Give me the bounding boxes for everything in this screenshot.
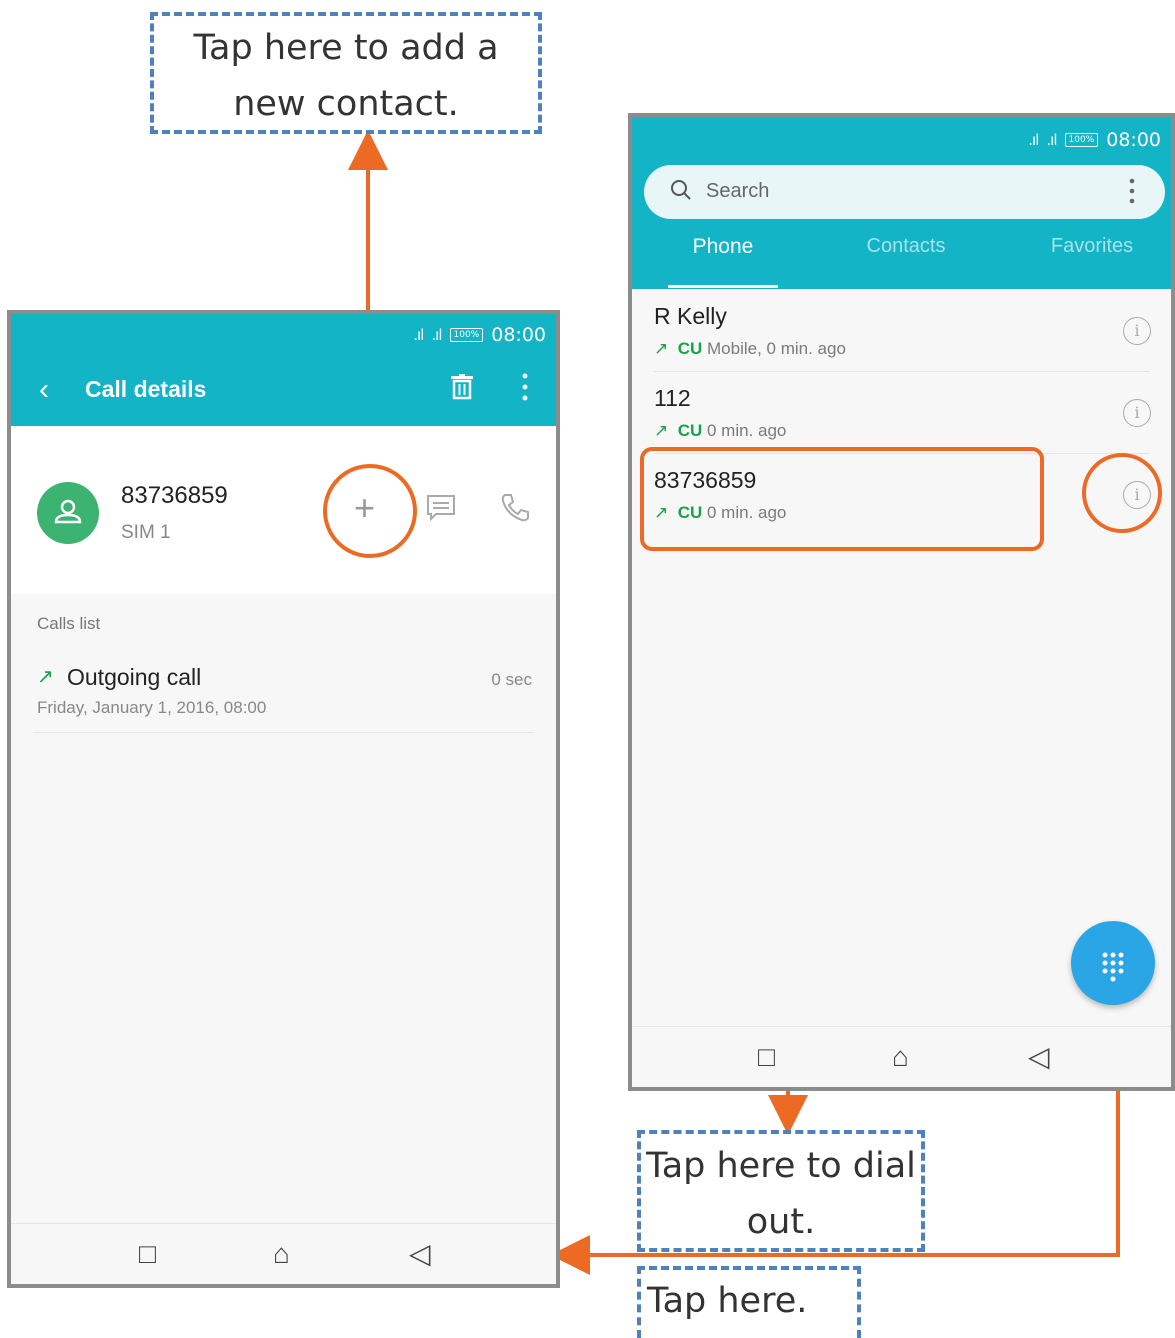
outgoing-arrow-icon: ↗ <box>654 339 669 358</box>
call-date: Friday, January 1, 2016, 08:00 <box>37 698 267 717</box>
recent-apps-icon[interactable]: □ <box>758 1037 775 1077</box>
tab-favorites[interactable]: Favorites <box>1032 235 1152 258</box>
calls-list-label: Calls list <box>37 614 101 633</box>
signal-icon: .ıl <box>1028 131 1039 149</box>
call-log-row[interactable]: R Kelly ↗ CU Mobile, 0 min. ago i <box>632 289 1171 371</box>
trash-icon[interactable] <box>451 374 473 400</box>
more-icon[interactable] <box>521 372 529 402</box>
carrier-label: CU <box>677 421 703 440</box>
call-type: Outgoing call <box>67 664 202 690</box>
call-name: 112 <box>654 385 691 411</box>
info-icon[interactable]: i <box>1123 317 1151 345</box>
home-icon[interactable]: ⌂ <box>892 1037 909 1077</box>
home-icon[interactable]: ⌂ <box>273 1234 290 1274</box>
carrier-label: CU <box>677 339 703 358</box>
highlight-ring-info <box>1082 453 1162 533</box>
search-bar[interactable]: Search <box>644 165 1165 219</box>
dialpad-button[interactable] <box>1071 921 1155 1005</box>
person-icon <box>54 499 82 524</box>
search-icon <box>670 179 692 206</box>
call-meta: ↗ CU 0 min. ago <box>654 421 786 441</box>
more-icon[interactable] <box>1129 177 1135 210</box>
page-title: Call details <box>85 376 207 402</box>
call-detail: Mobile, 0 min. ago <box>707 339 846 358</box>
contact-number: 83736859 <box>121 482 228 509</box>
call-entry[interactable]: ↗ Outgoing call 0 sec Friday, January 1,… <box>11 654 556 734</box>
status-time: 08:00 <box>491 324 546 346</box>
tab-contacts[interactable]: Contacts <box>846 235 966 258</box>
sim-label: SIM 1 <box>121 522 171 543</box>
divider <box>33 732 534 733</box>
nav-bar: □ ⌂ ◁ <box>632 1026 1171 1087</box>
call-name: R Kelly <box>654 303 727 329</box>
contact-card: 83736859 SIM 1 + <box>11 426 556 594</box>
highlight-box-number <box>640 447 1044 551</box>
status-bar: .ıl .ıl 100% 08:00 <box>1028 129 1161 151</box>
status-time: 08:00 <box>1106 129 1161 151</box>
callout-dial-out: Tap here to dial out. <box>637 1130 925 1252</box>
highlight-ring-add <box>323 464 417 558</box>
info-icon[interactable]: i <box>1123 399 1151 427</box>
signal-icon: .ıl <box>413 326 424 344</box>
tab-phone[interactable]: Phone <box>668 235 778 288</box>
call-details-screen: .ıl .ıl 100% 08:00 ‹ Call details 837368… <box>7 310 560 1288</box>
call-duration: 0 sec <box>491 670 532 689</box>
call-detail: 0 min. ago <box>707 421 787 440</box>
tab-indicator <box>668 285 778 288</box>
app-header: .ıl .ıl 100% 08:00 Search Phone Contacts… <box>632 117 1171 289</box>
battery-indicator: 100% <box>449 328 484 342</box>
tab-label: Contacts <box>866 235 946 257</box>
battery-indicator: 100% <box>1064 133 1099 147</box>
call-log-screen: .ıl .ıl 100% 08:00 Search Phone Contacts… <box>628 113 1175 1091</box>
outgoing-arrow-icon: ↗ <box>37 666 54 688</box>
callout-add-contact: Tap here to add a new contact. <box>150 12 542 134</box>
callout-tap-here-text: Tap here. <box>647 1281 808 1321</box>
nav-bar: □ ⌂ ◁ <box>11 1223 556 1284</box>
message-icon[interactable] <box>426 494 456 527</box>
callout-dial-out-text: Tap here to dial out. <box>646 1146 916 1242</box>
app-header: .ıl .ıl 100% 08:00 ‹ Call details <box>11 314 556 426</box>
search-placeholder: Search <box>706 180 770 202</box>
avatar <box>37 482 99 544</box>
tab-label: Phone <box>692 235 754 258</box>
recent-apps-icon[interactable]: □ <box>139 1234 156 1274</box>
back-icon[interactable]: ‹ <box>39 370 49 410</box>
call-log-row[interactable]: 112 ↗ CU 0 min. ago i <box>632 371 1171 453</box>
status-bar: .ıl .ıl 100% 08:00 <box>413 324 546 346</box>
outgoing-arrow-icon: ↗ <box>654 421 669 440</box>
callout-tap-here: Tap here. <box>637 1266 861 1338</box>
back-nav-icon[interactable]: ◁ <box>1028 1037 1050 1077</box>
call-meta: ↗ CU Mobile, 0 min. ago <box>654 339 846 359</box>
phone-icon[interactable] <box>499 492 531 529</box>
callout-add-contact-text: Tap here to add a new contact. <box>193 28 499 124</box>
back-nav-icon[interactable]: ◁ <box>409 1234 431 1274</box>
signal-icon: .ıl <box>431 326 442 344</box>
signal-icon: .ıl <box>1046 131 1057 149</box>
dialpad-icon <box>1102 952 1124 982</box>
tab-label: Favorites <box>1050 235 1134 257</box>
